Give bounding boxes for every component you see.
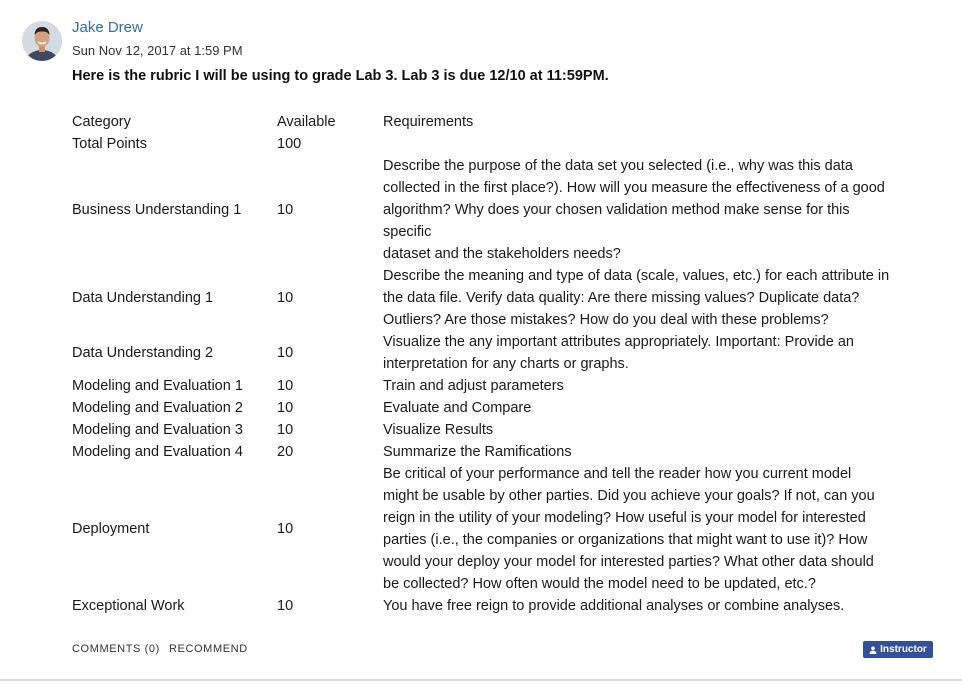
- row-available: 10: [277, 422, 294, 438]
- row-category: Modeling and Evaluation 4: [72, 444, 243, 460]
- row-available: 100: [277, 136, 302, 152]
- user-icon: [869, 646, 877, 654]
- row-requirements: You have free reign to provide additiona…: [383, 598, 845, 614]
- row-category: Modeling and Evaluation 1: [72, 378, 243, 394]
- requirement-line: interpretation for any charts or graphs.: [383, 356, 629, 372]
- post-headline: Here is the rubric I will be using to gr…: [72, 68, 609, 84]
- row-category: Business Understanding 1: [72, 202, 242, 218]
- row-category: Exceptional Work: [72, 598, 185, 614]
- row-available: 10: [277, 521, 294, 537]
- badge-label: Instructor: [880, 644, 927, 655]
- row-requirements: Visualize the any important attributes a…: [383, 331, 854, 375]
- requirement-line: reign in the utility of your modeling? H…: [383, 510, 866, 526]
- requirement-line: collected in the first place?). How will…: [383, 180, 885, 196]
- row-category: Modeling and Evaluation 2: [72, 400, 243, 416]
- row-available: 10: [277, 202, 294, 218]
- requirement-line: the data file. Verify data quality: Are …: [383, 290, 860, 306]
- requirement-line: Describe the meaning and type of data (s…: [383, 268, 890, 284]
- row-requirements: Describe the meaning and type of data (s…: [383, 265, 889, 331]
- column-header-available: Available: [277, 114, 336, 130]
- row-available: 20: [277, 444, 294, 460]
- column-header-requirements: Requirements: [383, 114, 474, 130]
- comments-link[interactable]: COMMENTS (0): [72, 643, 160, 655]
- recommend-link[interactable]: RECOMMEND: [169, 643, 248, 655]
- row-category: Data Understanding 2: [72, 345, 214, 361]
- row-available: 10: [277, 345, 294, 361]
- row-category: Modeling and Evaluation 3: [72, 422, 243, 438]
- avatar-image: [22, 21, 62, 61]
- requirement-line: Describe the purpose of the data set you…: [383, 158, 853, 174]
- row-category: Deployment: [72, 521, 150, 537]
- requirement-line: algorithm? Why does your chosen validati…: [383, 202, 850, 218]
- requirement-line: dataset and the stakeholders needs?: [383, 246, 621, 262]
- row-requirements: Train and adjust parameters: [383, 378, 564, 394]
- row-category: Total Points: [72, 136, 147, 152]
- requirement-line: might be usable by other parties. Did yo…: [383, 488, 875, 504]
- row-available: 10: [277, 598, 294, 614]
- requirement-line: Visualize the any important attributes a…: [383, 334, 854, 350]
- column-header-category: Category: [72, 114, 131, 130]
- avatar[interactable]: [22, 21, 62, 61]
- row-requirements: Evaluate and Compare: [383, 400, 532, 416]
- requirement-line: Outliers? Are those mistakes? How do you…: [383, 312, 829, 328]
- requirement-line: Be critical of your performance and tell…: [383, 466, 852, 482]
- row-requirements: Describe the purpose of the data set you…: [383, 155, 885, 265]
- row-category: Data Understanding 1: [72, 290, 214, 306]
- requirement-line: would your deploy your model for interes…: [383, 554, 874, 570]
- row-requirements: Visualize Results: [383, 422, 494, 438]
- instructor-badge: Instructor: [863, 641, 933, 658]
- requirement-line: be collected? How often would the model …: [383, 576, 816, 592]
- requirement-line: specific: [383, 224, 432, 240]
- row-requirements: Summarize the Ramifications: [383, 444, 572, 460]
- row-available: 10: [277, 400, 294, 416]
- row-available: 10: [277, 378, 294, 394]
- post-divider: [0, 679, 962, 681]
- requirement-line: parties (i.e., the companies or organiza…: [383, 532, 868, 548]
- row-requirements: Be critical of your performance and tell…: [383, 463, 875, 595]
- author-name[interactable]: Jake Drew: [72, 19, 143, 36]
- discussion-post: Jake Drew Sun Nov 12, 2017 at 1:59 PM He…: [0, 0, 962, 684]
- row-available: 10: [277, 290, 294, 306]
- post-timestamp: Sun Nov 12, 2017 at 1:59 PM: [72, 43, 243, 58]
